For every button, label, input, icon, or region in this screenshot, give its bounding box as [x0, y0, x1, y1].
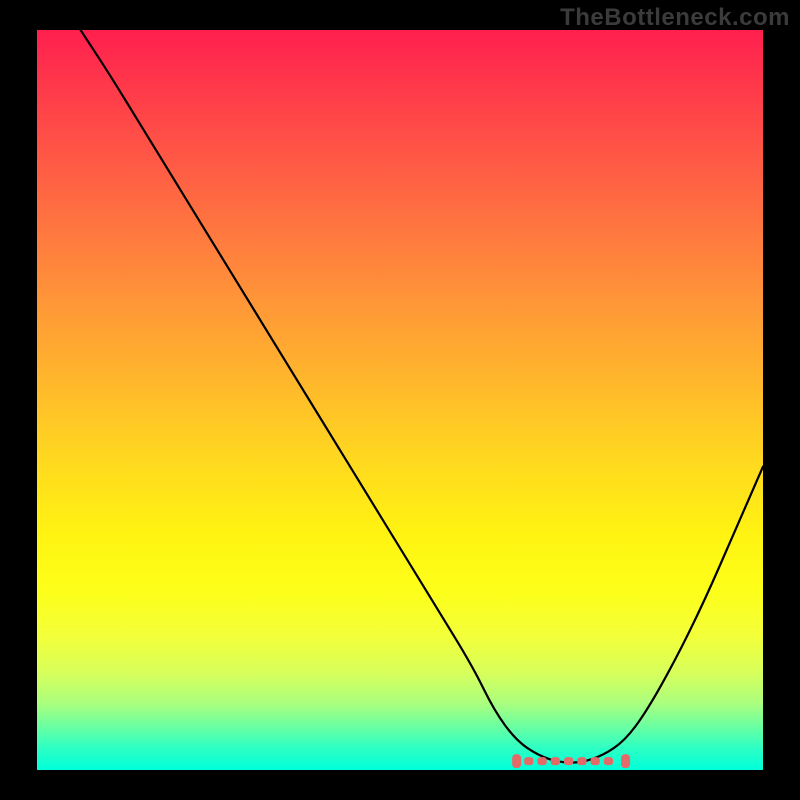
flat-region-cap-left	[512, 754, 521, 768]
watermark-text: TheBottleneck.com	[560, 4, 790, 32]
bottleneck-curve-path	[81, 30, 763, 763]
flat-region-dash	[591, 757, 600, 765]
flat-region-dash	[524, 757, 533, 765]
chart-frame: TheBottleneck.com	[0, 0, 800, 800]
flat-region-cap-right	[621, 754, 630, 768]
curve-svg	[37, 30, 763, 770]
flat-region-dash	[577, 757, 586, 765]
flat-region-markers	[512, 754, 630, 768]
plot-area	[37, 30, 763, 770]
flat-region-dash	[551, 757, 560, 765]
flat-region-dash	[604, 757, 613, 765]
flat-region-dash	[537, 757, 546, 765]
flat-region-dash	[564, 757, 573, 765]
